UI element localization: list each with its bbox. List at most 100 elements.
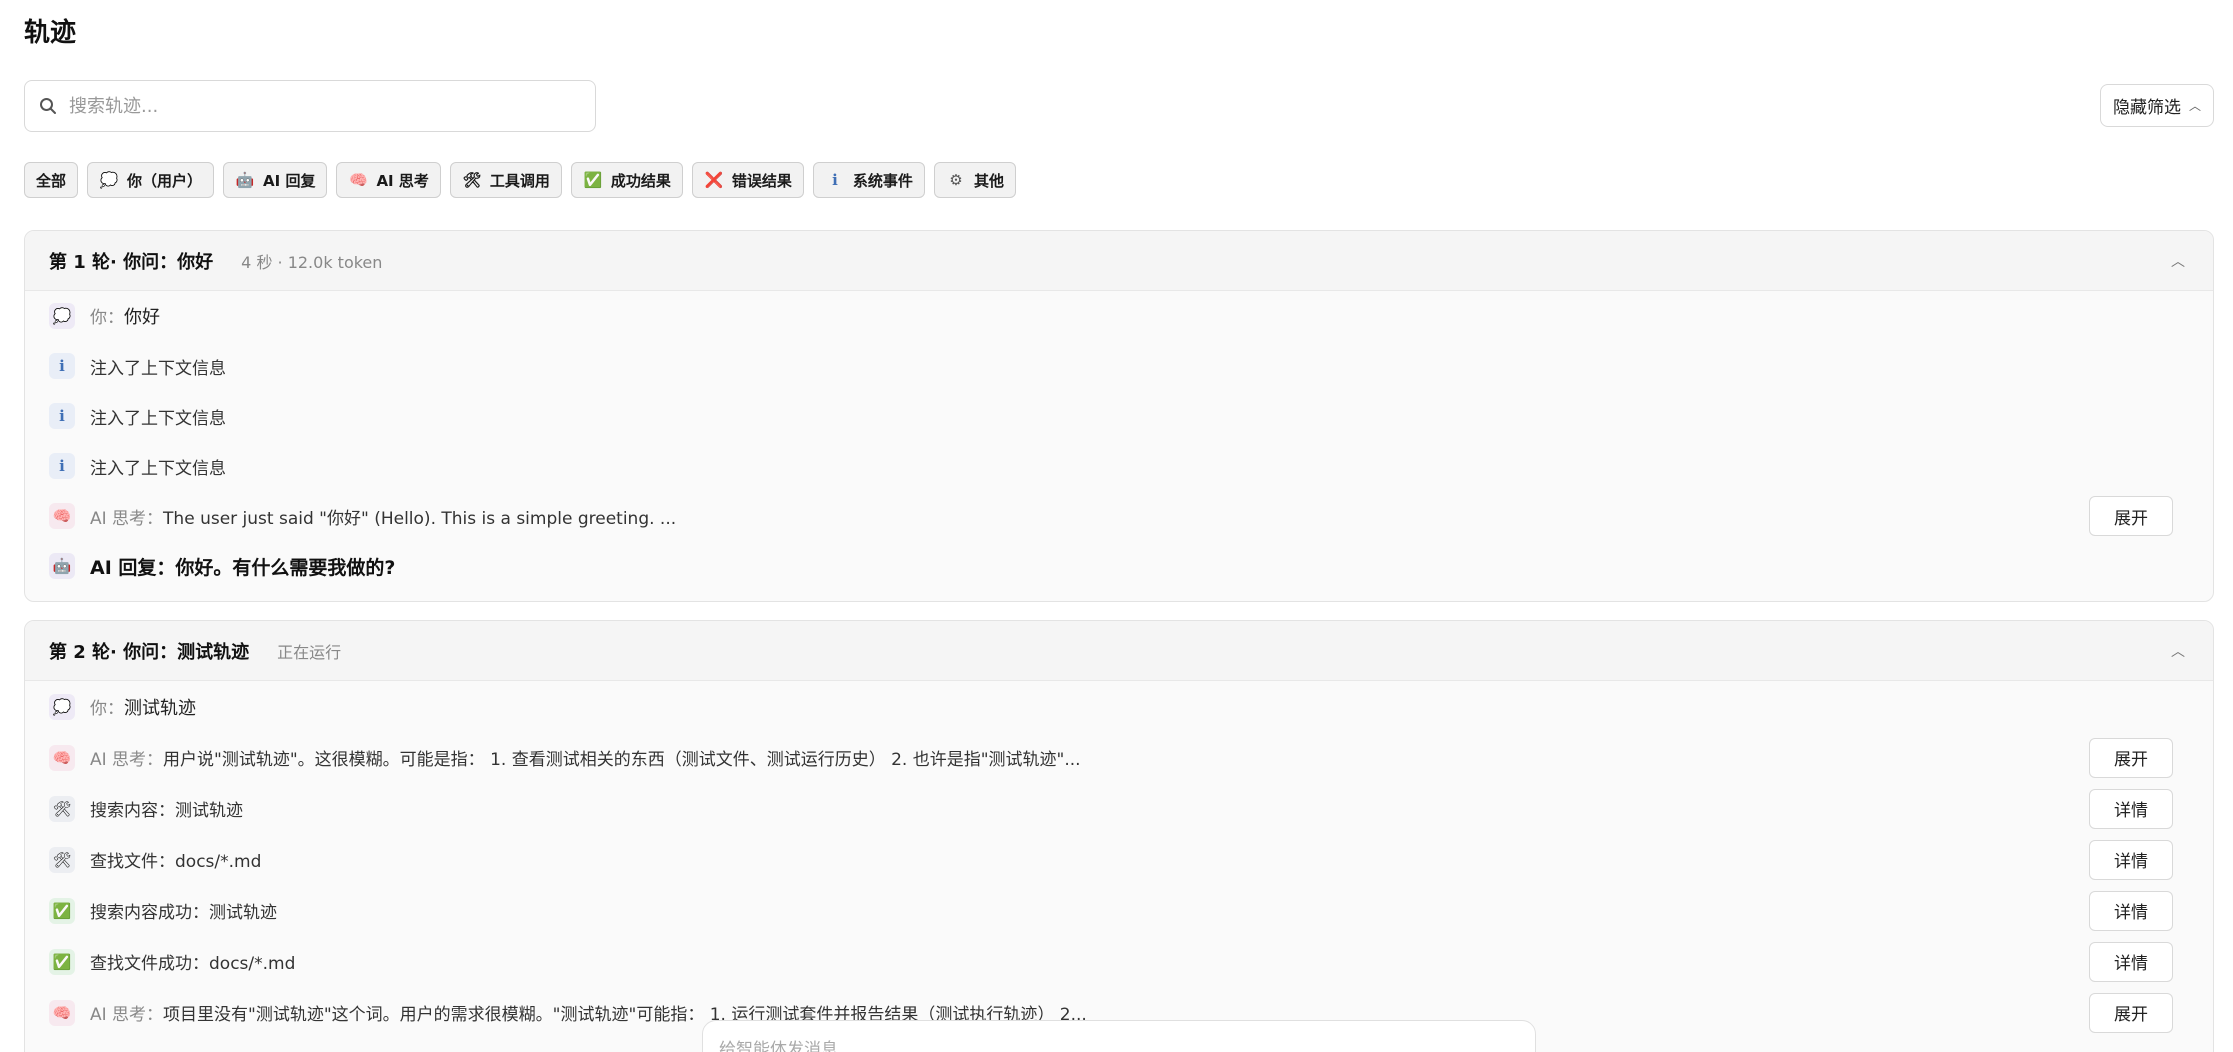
search-box[interactable]: [24, 80, 596, 132]
trace-row-ai-think: 🧠 AI 思考：用户说"测试轨迹"。这很模糊。可能是指： 1. 查看测试相关的东…: [25, 732, 2213, 783]
filter-chip-system[interactable]: i 系统事件: [812, 162, 925, 198]
expand-button[interactable]: 展开: [2089, 737, 2173, 778]
filter-chip-other[interactable]: ⚙ 其他: [933, 162, 1016, 198]
trace-row-success: ✅ 搜索内容成功：测试轨迹 详情: [25, 885, 2213, 936]
details-button[interactable]: 详情: [2089, 839, 2173, 880]
row-label: 查找文件：: [90, 852, 175, 872]
row-text: 注入了上下文信息: [90, 408, 226, 429]
filter-chip-success[interactable]: ✅ 成功结果: [570, 162, 683, 198]
row-text: 测试轨迹: [124, 697, 196, 719]
round-header[interactable]: 第 2 轮· 你问：测试轨迹 正在运行 ︿: [25, 621, 2213, 681]
trace-row-system: i 注入了上下文信息: [25, 341, 2213, 391]
row-text: 注入了上下文信息: [90, 458, 226, 479]
chevron-up-icon[interactable]: ︿: [2171, 641, 2185, 661]
filter-chip-ai-think[interactable]: 🧠 AI 思考: [336, 162, 441, 198]
chip-label: 成功结果: [610, 171, 671, 190]
filter-chip-all[interactable]: 全部: [24, 162, 79, 198]
cross-icon: ❌: [704, 171, 724, 189]
row-label: 你：: [90, 308, 124, 328]
hide-filter-button[interactable]: 隐藏筛选 ︿: [2099, 84, 2214, 127]
info-icon: i: [49, 353, 75, 379]
robot-icon: 🤖: [49, 553, 75, 579]
tools-icon: 🛠: [49, 795, 75, 822]
chip-label: 全部: [36, 171, 67, 190]
row-text: 测试轨迹: [175, 801, 243, 821]
brain-icon: 🧠: [349, 171, 368, 189]
filter-chips: 全部 💭 你（用户） 🤖 AI 回复 🧠 AI 思考 🛠 工具调用 ✅ 成功结果…: [24, 162, 1016, 198]
tools-icon: 🛠: [49, 846, 75, 873]
chip-label: 错误结果: [731, 171, 792, 190]
info-icon: i: [49, 453, 75, 479]
chevron-up-icon[interactable]: ︿: [2171, 251, 2185, 271]
gear-icon: ⚙: [949, 171, 963, 189]
hide-filter-label: 隐藏筛选: [2112, 98, 2181, 118]
filter-chip-ai-reply[interactable]: 🤖 AI 回复: [223, 162, 328, 198]
thought-bubble-icon: 💭: [99, 171, 119, 189]
check-icon: ✅: [49, 897, 75, 924]
thought-bubble-icon: 💭: [49, 303, 75, 329]
filter-chip-user[interactable]: 💭 你（用户）: [87, 162, 215, 198]
info-icon: i: [49, 403, 75, 429]
trace-row-success: ✅ 查找文件成功：docs/*.md 详情: [25, 936, 2213, 987]
check-icon: ✅: [49, 948, 75, 975]
row-label: AI 思考：: [90, 750, 164, 770]
search-icon: [39, 96, 59, 116]
row-text: AI 回复：你好。有什么需要我做的?: [90, 556, 396, 579]
row-label: 搜索内容：: [90, 801, 175, 821]
trace-row-user: 💭 你：测试轨迹: [25, 681, 2213, 732]
trace-row-ai-reply: 🤖 AI 回复：你好。有什么需要我做的?: [25, 541, 2213, 591]
round-title: 第 1 轮· 你问：你好: [49, 251, 214, 273]
trace-row-tool-call: 🛠 查找文件：docs/*.md 详情: [25, 834, 2213, 885]
composer-placeholder: 给智能体发消息: [719, 1040, 838, 1052]
page-title: 轨迹: [24, 18, 77, 48]
chip-label: 你（用户）: [127, 171, 203, 190]
trace-row-ai-think: 🧠 AI 思考：The user just said "你好" (Hello).…: [25, 491, 2213, 541]
trajectory-page: 轨迹 隐藏筛选 ︿ 全部 💭 你（用户） 🤖 AI 回复 🧠 AI 思考 🛠 工…: [0, 0, 2233, 1052]
row-text: docs/*.md: [175, 852, 262, 872]
chip-label: 工具调用: [489, 171, 550, 190]
row-label: 查找文件成功：: [90, 954, 209, 974]
brain-icon: 🧠: [49, 744, 75, 771]
chip-label: AI 思考: [376, 171, 429, 190]
tools-icon: 🛠: [462, 171, 482, 189]
round-meta: 4 秒 · 12.0k token: [241, 252, 383, 272]
trace-row-user: 💭 你：你好: [25, 291, 2213, 341]
chip-label: 系统事件: [852, 171, 913, 190]
row-text: The user just said "你好" (Hello). This is…: [163, 508, 677, 529]
round-card-2: 第 2 轮· 你问：测试轨迹 正在运行 ︿ 💭 你：测试轨迹 🧠 AI 思考：用…: [24, 620, 2214, 1052]
check-icon: ✅: [583, 171, 603, 189]
brain-icon: 🧠: [49, 503, 75, 529]
trace-row-tool-call: 🛠 搜索内容：测试轨迹 详情: [25, 783, 2213, 834]
info-icon: i: [832, 171, 838, 189]
row-text: 测试轨迹: [209, 903, 277, 923]
trace-row-system: i 注入了上下文信息: [25, 391, 2213, 441]
message-composer[interactable]: 给智能体发消息: [702, 1020, 1536, 1052]
round-header[interactable]: 第 1 轮· 你问：你好 4 秒 · 12.0k token ︿: [25, 231, 2213, 291]
search-input[interactable]: [69, 95, 581, 117]
trace-row-system: i 注入了上下文信息: [25, 441, 2213, 491]
row-text: docs/*.md: [209, 954, 296, 974]
row-text: 你好: [124, 307, 160, 328]
round-title: 第 2 轮· 你问：测试轨迹: [49, 641, 250, 663]
filter-chip-error[interactable]: ❌ 错误结果: [691, 162, 804, 198]
row-label: AI 思考：: [90, 508, 164, 529]
round-status: 正在运行: [277, 642, 342, 662]
robot-icon: 🤖: [235, 171, 255, 189]
thought-bubble-icon: 💭: [49, 693, 75, 720]
details-button[interactable]: 详情: [2089, 890, 2173, 931]
row-label: 搜索内容成功：: [90, 903, 209, 923]
chevron-up-icon: ︿: [2188, 99, 2201, 113]
row-text: 注入了上下文信息: [90, 358, 226, 379]
brain-icon: 🧠: [49, 999, 75, 1026]
chip-label: AI 回复: [263, 171, 316, 190]
expand-button[interactable]: 展开: [2089, 496, 2173, 536]
row-label: AI 思考：: [90, 1005, 164, 1025]
expand-button[interactable]: 展开: [2089, 992, 2173, 1033]
details-button[interactable]: 详情: [2089, 941, 2173, 982]
filter-chip-tool-call[interactable]: 🛠 工具调用: [449, 162, 562, 198]
round-card-1: 第 1 轮· 你问：你好 4 秒 · 12.0k token ︿ 💭 你：你好 …: [24, 230, 2214, 602]
chip-label: 其他: [973, 171, 1004, 190]
row-label: 你：: [90, 698, 124, 719]
details-button[interactable]: 详情: [2089, 788, 2173, 829]
row-text: 用户说"测试轨迹"。这很模糊。可能是指： 1. 查看测试相关的东西（测试文件、测…: [163, 750, 1081, 770]
